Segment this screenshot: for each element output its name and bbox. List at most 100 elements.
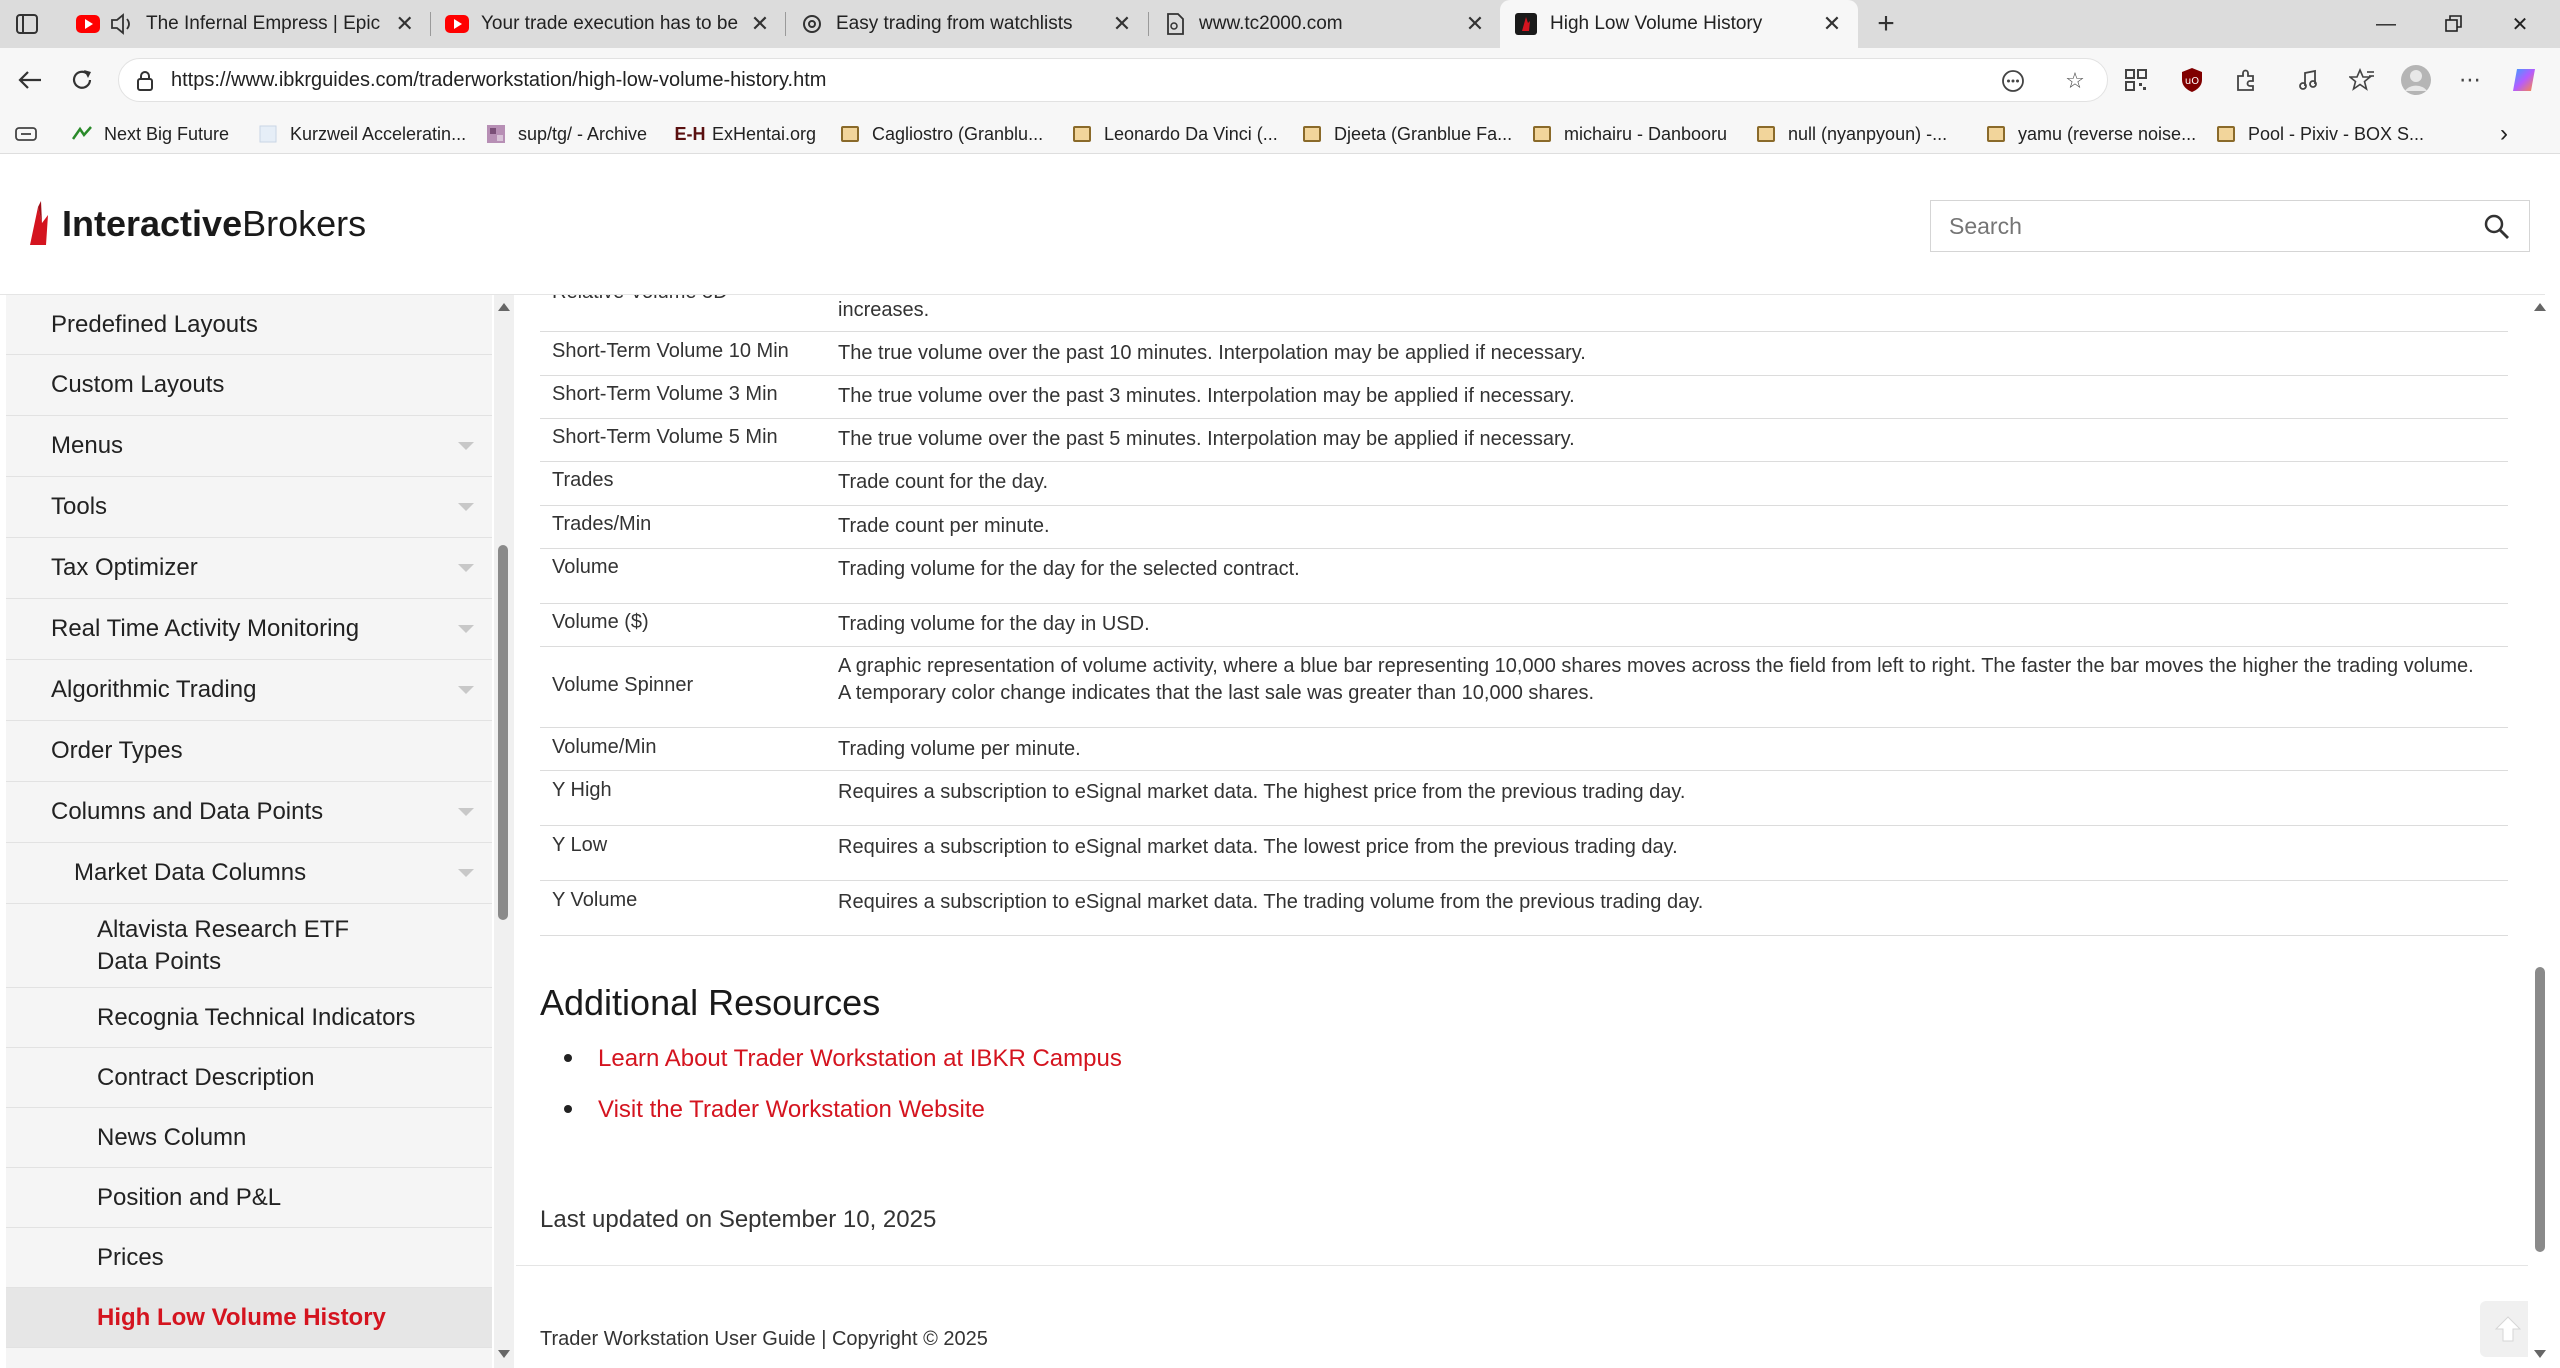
tab-easy-trading[interactable]: Easy trading from watchlists ✕ xyxy=(786,0,1148,48)
table-row: Y High Requires a subscription to eSigna… xyxy=(540,771,2508,826)
sidebar-item-custom-layouts[interactable]: Custom Layouts xyxy=(6,355,492,416)
chevron-down-icon[interactable] xyxy=(458,442,474,450)
page-scrollbar[interactable] xyxy=(2530,295,2550,1368)
bookmark-exhentai[interactable]: E-H ExHentai.org xyxy=(675,120,817,148)
bookmark-next-big-future[interactable]: Next Big Future xyxy=(72,120,229,148)
sidebar-item-contract-description[interactable]: Contract Description xyxy=(6,1048,492,1108)
tab-title: Easy trading from watchlists xyxy=(836,13,1073,34)
folder-icon xyxy=(1302,124,1322,144)
close-icon[interactable]: ✕ xyxy=(1110,11,1134,36)
chevron-down-icon[interactable] xyxy=(458,869,474,877)
sidebar-item-algorithmic-trading[interactable]: Algorithmic Trading xyxy=(6,660,492,721)
media-control-icon[interactable] xyxy=(2292,64,2324,96)
url-text[interactable]: https://www.ibkrguides.com/traderworksta… xyxy=(171,69,826,92)
chevron-down-icon[interactable] xyxy=(458,503,474,511)
back-button[interactable] xyxy=(12,62,48,98)
sidebar-scrollbar-thumb[interactable] xyxy=(498,545,508,920)
qr-code-icon[interactable] xyxy=(2120,64,2152,96)
tab-actions-icon[interactable] xyxy=(14,12,42,36)
tab-title: High Low Volume History xyxy=(1550,13,1763,34)
restore-button[interactable] xyxy=(2424,0,2484,48)
tab-title: The Infernal Empress | Epic M xyxy=(146,13,386,34)
sidebar-item-tools[interactable]: Tools xyxy=(6,477,492,538)
ibkr-campus-link[interactable]: Learn About Trader Workstation at IBKR C… xyxy=(598,1045,1122,1072)
scroll-down-arrow-icon[interactable] xyxy=(498,1350,510,1358)
scroll-up-arrow-icon[interactable] xyxy=(498,303,510,311)
bookmark-sup-tg-archive[interactable]: sup/tg/ - Archive xyxy=(486,120,647,148)
address-bar[interactable]: https://www.ibkrguides.com/traderworksta… xyxy=(118,58,2108,102)
favorites-icon[interactable] xyxy=(2346,64,2378,96)
sidebar-nav: Predefined Layouts Custom Layouts Menus … xyxy=(6,295,492,1368)
sidebar-item-position-and-pnl[interactable]: Position and P&L xyxy=(6,1168,492,1228)
bullet xyxy=(564,1053,572,1062)
bookmark-null-nyanpyoun[interactable]: null (nyanpyoun) -... xyxy=(1756,120,1947,148)
speaker-icon[interactable] xyxy=(110,12,134,36)
bookmark-cagliostro[interactable]: Cagliostro (Granblu... xyxy=(840,120,1043,148)
sidebar-item-recognia-technical-indicators[interactable]: Recognia Technical Indicators xyxy=(6,988,492,1048)
ibkr-logo[interactable]: Interactive Brokers xyxy=(28,199,366,249)
minimize-button[interactable]: — xyxy=(2356,0,2416,48)
sidebar-item-menus[interactable]: Menus xyxy=(6,416,492,477)
sidebar-item-predefined-layouts[interactable]: Predefined Layouts xyxy=(6,295,492,355)
search-box xyxy=(1930,200,2530,252)
bookmark-michairu[interactable]: michairu - Danbooru xyxy=(1532,120,1727,148)
folder-icon xyxy=(840,124,860,144)
scroll-up-arrow-icon[interactable] xyxy=(2534,303,2546,311)
folder-icon xyxy=(1532,124,1552,144)
new-tab-button[interactable]: + xyxy=(1870,7,1902,40)
tab-tc2000[interactable]: www.tc2000.com ✕ xyxy=(1149,0,1501,48)
extensions-icon[interactable] xyxy=(2230,64,2262,96)
more-menu-icon[interactable]: ⋯ xyxy=(2454,64,2486,96)
bookmark-djeeta[interactable]: Djeeta (Granblue Fa... xyxy=(1302,120,1512,148)
youtube-icon xyxy=(445,12,469,36)
sidebar-item-tax-optimizer[interactable]: Tax Optimizer xyxy=(6,538,492,599)
chevron-down-icon[interactable] xyxy=(458,808,474,816)
tab-strip: The Infernal Empress | Epic M ✕ Your tra… xyxy=(0,0,2560,48)
bookmark-yamu[interactable]: yamu (reverse noise... xyxy=(1986,120,2196,148)
search-input[interactable] xyxy=(1931,201,2471,251)
tab-title: www.tc2000.com xyxy=(1199,13,1343,34)
sidebar-item-news-column[interactable]: News Column xyxy=(6,1108,492,1168)
bookmark-leonardo[interactable]: Leonardo Da Vinci (... xyxy=(1072,120,1278,148)
ublock-shield-icon[interactable]: uO xyxy=(2176,64,2208,96)
scroll-down-arrow-icon[interactable] xyxy=(2534,1350,2546,1358)
sidebar-item-real-time-activity-monitoring[interactable]: Real Time Activity Monitoring xyxy=(6,599,492,660)
search-icon[interactable] xyxy=(2483,213,2511,241)
reader-mode-icon[interactable] xyxy=(1999,67,2027,95)
close-icon[interactable]: ✕ xyxy=(1463,11,1487,36)
sidebar-item-columns-and-data-points[interactable]: Columns and Data Points xyxy=(6,782,492,843)
close-icon[interactable]: ✕ xyxy=(393,11,416,36)
tab-trade-execution[interactable]: Your trade execution has to be be ✕ xyxy=(431,0,785,48)
chevron-right-icon[interactable]: › xyxy=(2500,120,2508,148)
sidebar-item-high-low-volume-history[interactable]: High Low Volume History xyxy=(6,1288,492,1348)
browser-toolbar: https://www.ibkrguides.com/traderworksta… xyxy=(0,48,2560,114)
sidebar-scrollbar[interactable] xyxy=(494,295,514,1368)
bullet xyxy=(564,1104,572,1113)
reading-list-icon[interactable] xyxy=(14,120,38,148)
close-icon[interactable]: ✕ xyxy=(749,11,771,36)
bookmark-pool-pixiv[interactable]: Pool - Pixiv - BOX S... xyxy=(2216,120,2424,148)
sidebar-item-order-types[interactable]: Order Types xyxy=(6,721,492,782)
page-scrollbar-thumb[interactable] xyxy=(2535,967,2545,1252)
chevron-down-icon[interactable] xyxy=(458,686,474,694)
bookmark-kurzweil[interactable]: Kurzweil Acceleratin... xyxy=(258,120,466,148)
close-icon[interactable]: ✕ xyxy=(1820,11,1844,36)
tab-infernal-empress[interactable]: The Infernal Empress | Epic M ✕ xyxy=(62,0,430,48)
refresh-button[interactable] xyxy=(64,62,100,98)
back-to-top-button[interactable] xyxy=(2480,1301,2528,1357)
sidebar-item-prices[interactable]: Prices xyxy=(6,1228,492,1288)
tab-high-low-volume-history[interactable]: High Low Volume History ✕ xyxy=(1500,0,1858,48)
chevron-down-icon[interactable] xyxy=(458,564,474,572)
divider xyxy=(516,1265,2528,1266)
copilot-icon[interactable] xyxy=(2508,64,2540,96)
table-row: Short-Term Volume 3 Min The true volume … xyxy=(540,376,2508,419)
tws-website-link[interactable]: Visit the Trader Workstation Website xyxy=(598,1096,985,1123)
close-window-button[interactable]: ✕ xyxy=(2490,0,2550,48)
sidebar-item-altavista-research[interactable]: Altavista Research ETF Data Points xyxy=(6,904,492,988)
chevron-down-icon[interactable] xyxy=(458,625,474,633)
svg-text:uO: uO xyxy=(2185,76,2199,87)
profile-avatar[interactable] xyxy=(2400,64,2432,96)
favorite-star-icon[interactable]: ☆ xyxy=(2061,67,2089,95)
site-info-icon[interactable] xyxy=(135,69,157,93)
sidebar-item-market-data-columns[interactable]: Market Data Columns xyxy=(6,843,492,904)
